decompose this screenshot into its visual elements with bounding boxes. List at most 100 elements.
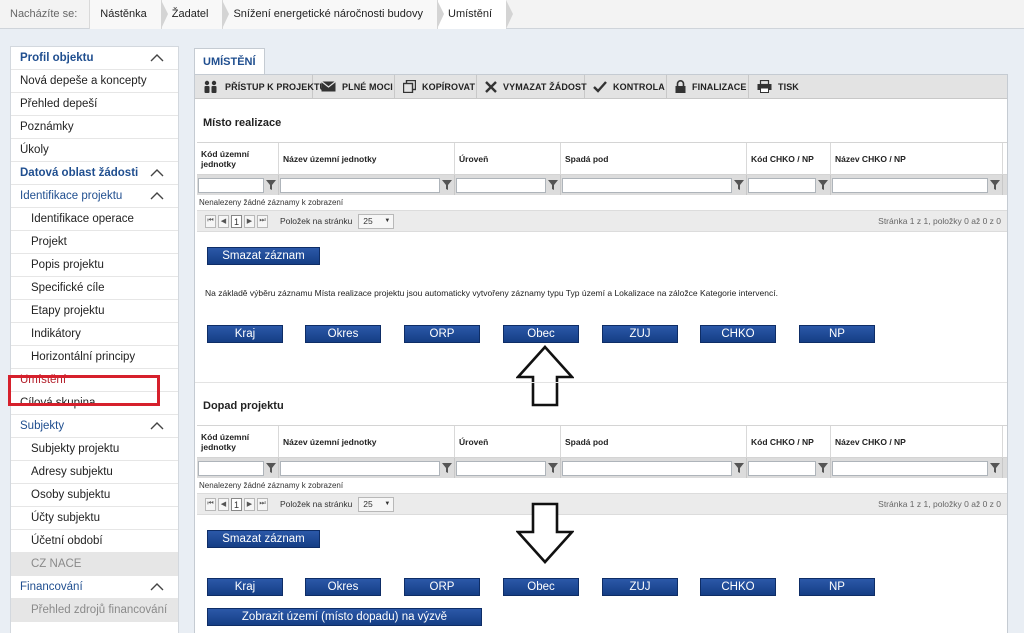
filter-icon[interactable] xyxy=(548,463,558,473)
filter-input[interactable] xyxy=(832,177,988,193)
sidebar-item-horizontalni-principy[interactable]: Horizontální principy xyxy=(11,346,178,369)
sidebar-item-identifikace-projektu[interactable]: Identifikace projektu xyxy=(11,185,178,208)
sidebar-item-prehled-depesi[interactable]: Přehled depeší xyxy=(11,93,178,116)
impact-obec-button[interactable]: Obec xyxy=(503,578,579,596)
show-territory-button[interactable]: Zobrazit území (místo dopadu) na výzvě xyxy=(207,608,482,626)
column-header[interactable]: Spadá pod xyxy=(561,143,747,174)
page-number[interactable]: 1 xyxy=(231,497,242,511)
column-header[interactable]: Název územní jednotky xyxy=(279,143,455,174)
sidebar-item-osoby-subjektu[interactable]: Osoby subjektu xyxy=(11,484,178,507)
place-delete-record-button[interactable]: Smazat záznam xyxy=(207,247,320,265)
sidebar-item-poznamky[interactable]: Poznámky xyxy=(11,116,178,139)
place-orp-button[interactable]: ORP xyxy=(404,325,480,343)
next-page-icon[interactable]: ▶ xyxy=(244,497,255,511)
column-header[interactable]: Spadá pod xyxy=(561,426,747,457)
filter-icon[interactable] xyxy=(990,463,1000,473)
per-page-select[interactable]: 25 xyxy=(358,496,395,512)
filter-input[interactable] xyxy=(280,177,440,193)
sidebar-item-adresy-subjektu[interactable]: Adresy subjektu xyxy=(11,461,178,484)
column-header[interactable]: Kód CHKO / NP xyxy=(747,426,831,457)
first-page-icon[interactable]: ⏮ xyxy=(205,214,216,228)
place-np-button[interactable]: NP xyxy=(799,325,875,343)
filter-input[interactable] xyxy=(198,177,264,193)
column-header[interactable]: Úroveň xyxy=(455,143,561,174)
breadcrumb-item-zadatel[interactable]: Žadatel xyxy=(160,0,230,29)
sidebar-item-indikatory[interactable]: Indikátory xyxy=(11,323,178,346)
sidebar-item-financovani[interactable]: Financování xyxy=(11,576,178,599)
per-page-select[interactable]: 25 xyxy=(358,213,395,229)
column-header[interactable]: Kód územní jednotky xyxy=(197,426,279,457)
place-okres-button[interactable]: Okres xyxy=(305,325,381,343)
prev-page-icon[interactable]: ◀ xyxy=(218,214,229,228)
column-header[interactable]: Název CHKO / NP xyxy=(831,143,1003,174)
impact-chko-button[interactable]: CHKO xyxy=(700,578,776,596)
sidebar-item-ukoly[interactable]: Úkoly xyxy=(11,139,178,162)
sidebar-item-ucty-subjektu[interactable]: Účty subjektu xyxy=(11,507,178,530)
filter-input[interactable] xyxy=(562,460,732,476)
filter-icon[interactable] xyxy=(548,180,558,190)
next-page-icon[interactable]: ▶ xyxy=(244,214,255,228)
last-page-icon[interactable]: ⏭ xyxy=(257,214,268,228)
breadcrumb-item-project[interactable]: Snížení energetické náročnosti budovy xyxy=(222,0,444,29)
filter-icon[interactable] xyxy=(266,463,276,473)
filter-icon[interactable] xyxy=(818,180,828,190)
sidebar-item-profil-objektu[interactable]: Profil objektu xyxy=(11,47,178,70)
column-header[interactable]: Kód CHKO / NP xyxy=(747,143,831,174)
power-of-attorney-button[interactable]: PLNÉ MOCI xyxy=(313,75,395,98)
place-chko-button[interactable]: CHKO xyxy=(700,325,776,343)
filter-icon[interactable] xyxy=(818,463,828,473)
tab-umisteni[interactable]: UMÍSTĚNÍ xyxy=(194,48,265,74)
chevron-up-icon[interactable] xyxy=(150,53,164,63)
print-button[interactable]: TISK xyxy=(749,75,809,98)
first-page-icon[interactable]: ⏮ xyxy=(205,497,216,511)
filter-input[interactable] xyxy=(748,460,816,476)
column-header[interactable]: Kód územní jednotky xyxy=(197,143,279,174)
sidebar-item-projekt[interactable]: Projekt xyxy=(11,231,178,254)
breadcrumb-item-nastenka[interactable]: Nástěnka xyxy=(89,0,169,29)
filter-icon[interactable] xyxy=(990,180,1000,190)
filter-input[interactable] xyxy=(280,460,440,476)
impact-np-button[interactable]: NP xyxy=(799,578,875,596)
filter-input[interactable] xyxy=(198,460,264,476)
filter-input[interactable] xyxy=(456,460,546,476)
sidebar-item-nova-depese-a-koncepty[interactable]: Nová depeše a koncepty xyxy=(11,70,178,93)
filter-icon[interactable] xyxy=(734,463,744,473)
place-kraj-button[interactable]: Kraj xyxy=(207,325,283,343)
sidebar-item-subjekty-projektu[interactable]: Subjekty projektu xyxy=(11,438,178,461)
chevron-up-icon[interactable] xyxy=(150,421,164,431)
column-header[interactable]: Úroveň xyxy=(455,426,561,457)
page-number[interactable]: 1 xyxy=(231,214,242,228)
sidebar-item-specificke-cile[interactable]: Specifické cíle xyxy=(11,277,178,300)
sidebar-item-datova-oblast-zadosti[interactable]: Datová oblast žádosti xyxy=(11,162,178,185)
column-header[interactable]: Název územní jednotky xyxy=(279,426,455,457)
impact-orp-button[interactable]: ORP xyxy=(404,578,480,596)
place-zuj-button[interactable]: ZUJ xyxy=(602,325,678,343)
chevron-up-icon[interactable] xyxy=(150,582,164,592)
filter-input[interactable] xyxy=(832,460,988,476)
filter-input[interactable] xyxy=(562,177,732,193)
finalize-button[interactable]: FINALIZACE xyxy=(667,75,749,98)
impact-delete-record-button[interactable]: Smazat záznam xyxy=(207,530,320,548)
filter-icon[interactable] xyxy=(266,180,276,190)
filter-input[interactable] xyxy=(456,177,546,193)
sidebar-item-subjekty[interactable]: Subjekty xyxy=(11,415,178,438)
last-page-icon[interactable]: ⏭ xyxy=(257,497,268,511)
filter-icon[interactable] xyxy=(442,463,452,473)
column-header[interactable]: Název CHKO / NP xyxy=(831,426,1003,457)
sidebar-item-etapy-projektu[interactable]: Etapy projektu xyxy=(11,300,178,323)
impact-kraj-button[interactable]: Kraj xyxy=(207,578,283,596)
prev-page-icon[interactable]: ◀ xyxy=(218,497,229,511)
filter-icon[interactable] xyxy=(734,180,744,190)
filter-input[interactable] xyxy=(748,177,816,193)
sidebar-item-identifikace-operace[interactable]: Identifikace operace xyxy=(11,208,178,231)
impact-zuj-button[interactable]: ZUJ xyxy=(602,578,678,596)
impact-okres-button[interactable]: Okres xyxy=(305,578,381,596)
sidebar-item-ucetni-obdobi[interactable]: Účetní období xyxy=(11,530,178,553)
place-obec-button[interactable]: Obec xyxy=(503,325,579,343)
filter-icon[interactable] xyxy=(442,180,452,190)
access-project-button[interactable]: PŘÍSTUP K PROJEKTU xyxy=(195,75,326,98)
copy-button[interactable]: KOPÍROVAT xyxy=(395,75,477,98)
sidebar-item-popis-projektu[interactable]: Popis projektu xyxy=(11,254,178,277)
chevron-up-icon[interactable] xyxy=(150,191,164,201)
check-button[interactable]: KONTROLA xyxy=(585,75,667,98)
